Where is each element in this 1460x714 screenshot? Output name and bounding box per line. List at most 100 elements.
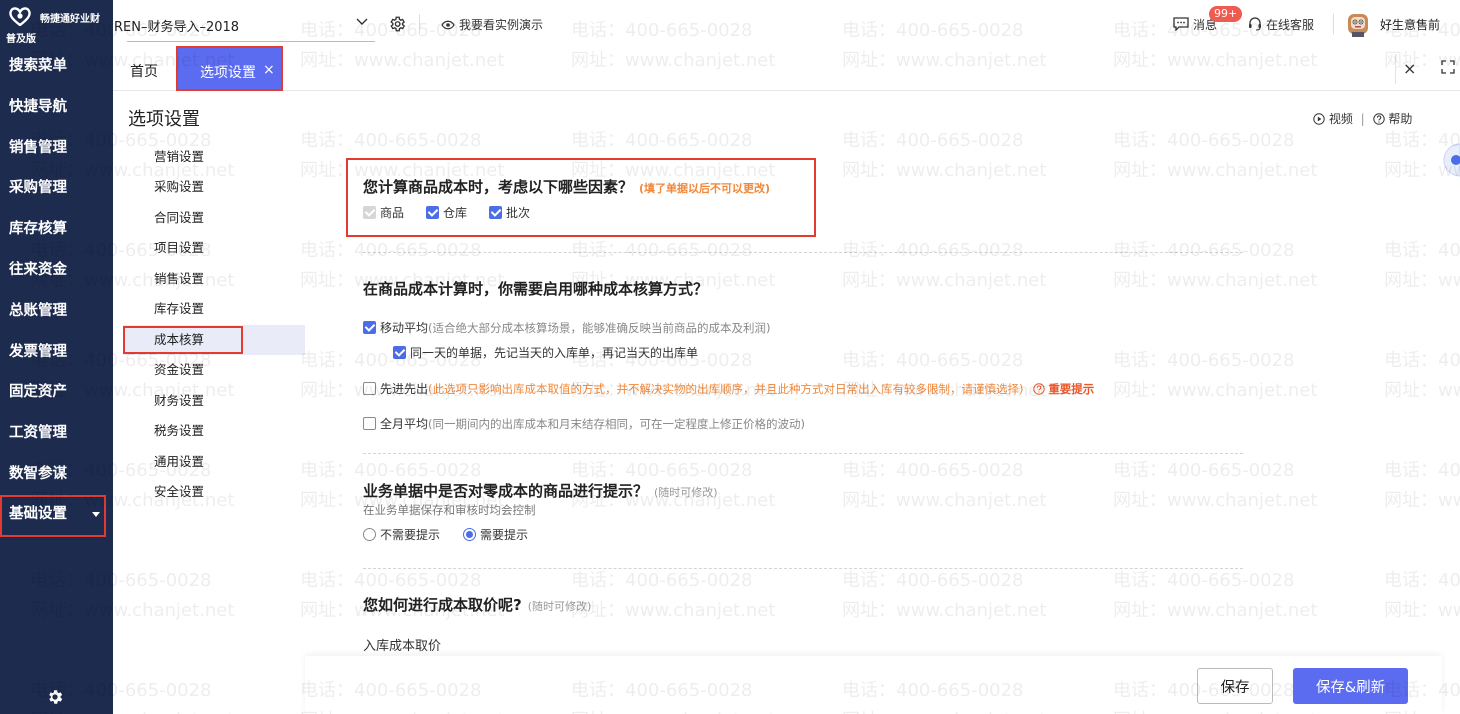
- submenu-item-label: 安全设置: [154, 484, 205, 499]
- fullscreen-icon[interactable]: [1441, 60, 1455, 74]
- submenu-item-sales[interactable]: 销售设置: [123, 264, 305, 294]
- checkbox-checked[interactable]: [393, 346, 406, 359]
- tab-options-settings[interactable]: 选项设置 ×: [176, 46, 283, 91]
- submenu-item-inventory[interactable]: 库存设置: [123, 294, 305, 324]
- divider: [363, 453, 1243, 454]
- factor-label: 仓库: [443, 206, 468, 220]
- nav-item-ledger[interactable]: 总账管理: [0, 292, 106, 330]
- nav-item-sales[interactable]: 销售管理: [0, 129, 106, 167]
- submenu-item-label: 项目设置: [154, 240, 205, 255]
- inbound-cost-label: 入库成本取价: [363, 639, 442, 654]
- nav-item-funds[interactable]: 往来资金: [0, 251, 106, 289]
- nav-item-label: 数智参谋: [9, 466, 67, 482]
- checkbox-unchecked[interactable]: [363, 382, 376, 395]
- radio-selected[interactable]: [463, 528, 476, 541]
- radio-no-prompt[interactable]: 不需要提示: [363, 526, 440, 543]
- nav-item-label: 固定资产: [9, 384, 67, 400]
- option-label: 全月平均: [380, 417, 429, 431]
- checkbox-disabled: [363, 206, 376, 219]
- submenu-item-tax[interactable]: 税务设置: [123, 416, 305, 446]
- tab-close-icon[interactable]: ×: [263, 62, 275, 78]
- username[interactable]: 好生意售前: [1380, 16, 1440, 33]
- submenu-item-security[interactable]: 安全设置: [123, 477, 305, 507]
- nav-item-quick-nav[interactable]: 快捷导航: [0, 88, 106, 126]
- messages-badge: 99+: [1209, 6, 1243, 22]
- chevron-down-icon[interactable]: [356, 18, 368, 26]
- tab-home[interactable]: 首页: [130, 61, 158, 81]
- checkbox-unchecked[interactable]: [363, 417, 376, 430]
- tab-label: 选项设置: [200, 65, 256, 81]
- footer-bar: 保存 保存&刷新: [305, 656, 1442, 714]
- assistant-float-icon[interactable]: [1442, 143, 1460, 177]
- nav-item-label: 搜索菜单: [9, 58, 67, 74]
- nav-item-label: 库存核算: [9, 221, 67, 237]
- submenu-item-general[interactable]: 通用设置: [123, 447, 305, 477]
- nav-item-basic-settings[interactable]: 基础设置: [0, 495, 106, 537]
- help-link[interactable]: 帮助: [1372, 112, 1413, 126]
- settings-gear-icon[interactable]: [388, 15, 406, 33]
- nav-item-label: 往来资金: [9, 262, 67, 278]
- save-refresh-button[interactable]: 保存&刷新: [1293, 668, 1408, 704]
- divider: [1333, 14, 1334, 34]
- checkbox-checked[interactable]: [426, 206, 439, 219]
- brand-name: 畅捷通好业财: [40, 14, 100, 25]
- video-link[interactable]: 视频: [1313, 112, 1357, 126]
- nav-item-invoice[interactable]: 发票管理: [0, 333, 106, 371]
- submenu-item-project[interactable]: 项目设置: [123, 233, 305, 263]
- nav-item-payroll[interactable]: 工资管理: [0, 414, 106, 452]
- important-tip-link[interactable]: 重要提示: [1048, 382, 1094, 396]
- nav-item-search-menu[interactable]: 搜索菜单: [0, 47, 106, 85]
- option-moving-average[interactable]: 移动平均(适合绝大部分成本核算场景，能够准确反映当前商品的成本及利润): [363, 319, 771, 336]
- eye-icon: [441, 20, 455, 30]
- option-desc: (此选项只影响出库成本取值的方式，并不解决实物的出库顺序，并且此种方式对日常出入…: [428, 382, 1024, 396]
- chat-icon: [1173, 17, 1189, 32]
- submenu-item-marketing[interactable]: 营销设置: [123, 142, 305, 172]
- radio-label: 需要提示: [480, 528, 529, 542]
- radio-unselected[interactable]: [363, 528, 376, 541]
- account-name: REN–财务导入–2018: [114, 20, 240, 35]
- submenu-item-label: 通用设置: [154, 454, 205, 469]
- video-label: 视频: [1328, 112, 1353, 126]
- submenu-item-contract[interactable]: 合同设置: [123, 203, 305, 233]
- factors-title-text: 您计算商品成本时，考虑以下哪些因素？: [363, 178, 634, 196]
- caret-down-icon: [92, 512, 100, 517]
- play-circle-icon: [1313, 113, 1325, 125]
- option-same-day-order[interactable]: 同一天的单据，先记当天的入库单，再记当天的出库单: [393, 344, 698, 361]
- avatar[interactable]: [1346, 11, 1370, 37]
- nav-item-label: 总账管理: [9, 303, 67, 319]
- submenu-item-funds[interactable]: 资金设置: [123, 355, 305, 385]
- online-service-button[interactable]: 在线客服: [1248, 16, 1314, 33]
- demo-link[interactable]: 我要看实例演示: [441, 16, 543, 33]
- demo-link-label: 我要看实例演示: [459, 18, 544, 32]
- nav-item-label: 销售管理: [9, 140, 67, 156]
- help-circle-icon: [1372, 113, 1385, 125]
- brand-logo-icon: [9, 7, 31, 26]
- close-all-icon[interactable]: ×: [1403, 59, 1416, 78]
- factor-option-warehouse[interactable]: 仓库: [426, 204, 467, 221]
- help-label: 帮助: [1388, 112, 1413, 126]
- factor-option-batch[interactable]: 批次: [489, 204, 530, 221]
- zero-cost-sub: 在业务单据保存和审核时均会控制: [363, 503, 536, 517]
- nav-item-purchase[interactable]: 采购管理: [0, 169, 106, 207]
- zero-cost-note: (随时可修改): [654, 486, 718, 499]
- submenu-item-label: 库存设置: [154, 301, 205, 316]
- headset-icon: [1249, 17, 1261, 31]
- option-desc: (适合绝大部分成本核算场景，能够准确反映当前商品的成本及利润): [428, 321, 771, 335]
- gear-icon[interactable]: [46, 688, 64, 706]
- save-button[interactable]: 保存: [1197, 668, 1273, 704]
- pricing-note: (随时可修改): [527, 600, 592, 613]
- radio-prompt[interactable]: 需要提示: [463, 526, 528, 543]
- nav-item-inventory[interactable]: 库存核算: [0, 210, 106, 248]
- submenu-item-label: 销售设置: [154, 271, 205, 286]
- nav-item-smart-advisor[interactable]: 数智参谋: [0, 455, 106, 493]
- option-monthly-average[interactable]: 全月平均(同一期间内的出库成本和月末结存相同，可在一定程度上修正价格的波动): [363, 415, 805, 432]
- submenu-item-finance[interactable]: 财务设置: [123, 386, 305, 416]
- checkbox-checked[interactable]: [489, 206, 502, 219]
- option-label: 同一天的单据，先记当天的入库单，再记当天的出库单: [410, 346, 699, 360]
- option-fifo[interactable]: 先进先出(此选项只影响出库成本取值的方式，并不解决实物的出库顺序，并且此种方式对…: [363, 380, 1094, 397]
- submenu-item-cost-accounting[interactable]: 成本核算: [123, 325, 305, 355]
- submenu-item-purchase[interactable]: 采购设置: [123, 172, 305, 202]
- checkbox-checked[interactable]: [363, 321, 376, 334]
- nav-item-fixed-assets[interactable]: 固定资产: [0, 373, 106, 411]
- zero-cost-title: 业务单据中是否对零成本的商品进行提示？ (随时可修改): [363, 480, 718, 501]
